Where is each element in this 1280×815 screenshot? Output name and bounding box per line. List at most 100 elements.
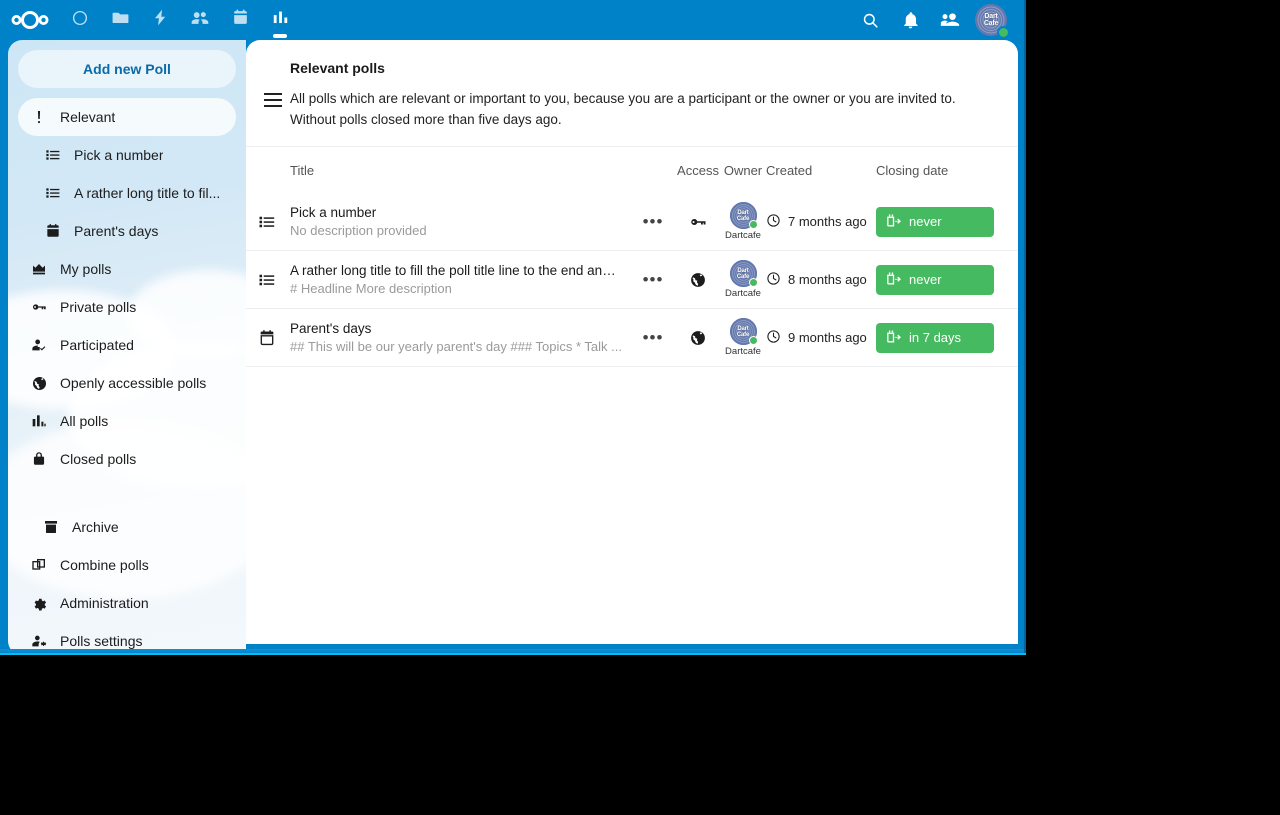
poll-title: Pick a number [290,205,377,220]
avatar-initials: Dart Cafe [736,209,750,222]
account-settings-icon [30,632,48,650]
sidebar-item-pick-a-number[interactable]: Pick a number [18,136,236,174]
sidebar-item-label: Pick a number [74,147,164,163]
table-row[interactable]: Parent's days ## This will be our yearly… [246,309,1018,367]
lock-icon [30,450,48,468]
column-header-owner: Owner [723,162,763,178]
poll-title: A rather long title to fill the poll tit… [290,263,622,278]
closing-date-cell: in 7 days [876,322,1006,353]
table-row[interactable]: A rather long title to fill the poll tit… [246,251,1018,309]
status-badge[interactable]: in 7 days [876,322,994,353]
content-header: Relevant polls All polls which are relev… [246,40,1018,130]
app-body: Add new Poll Relevant Pick a number A ra… [0,40,1026,655]
nav-app-calendar[interactable] [220,0,260,40]
nav-app-files[interactable] [100,0,140,40]
online-status-indicator [748,336,758,345]
bar-chart-icon [30,412,48,430]
table-row[interactable]: Pick a number No description provided ••… [246,193,1018,251]
notifications-bell-icon[interactable] [890,0,930,40]
avatar-initials: Dart Cafe [736,325,750,338]
sidebar-item-closed-polls[interactable]: Closed polls [18,440,236,478]
archive-icon [42,518,60,536]
sidebar-item-label: Archive [72,519,119,535]
sidebar-item-label: Administration [60,595,149,611]
sidebar-item-openly-accessible-polls[interactable]: Openly accessible polls [18,364,236,402]
sidebar-item-label: Openly accessible polls [60,375,207,391]
row-actions-button[interactable]: ••• [630,269,676,289]
sidebar-item-label: Closed polls [60,451,137,467]
window-right-border [1024,0,1026,655]
user-avatar-button[interactable]: Dart Cafe [970,0,1012,40]
sidebar-item-label: A rather long title to fil... [74,185,221,201]
owner-cell: Dart Cafe Dartcafe [720,260,766,299]
nextcloud-logo-icon[interactable] [0,0,60,40]
poll-chart-icon [271,8,290,32]
exclamation-icon [30,108,48,126]
search-icon[interactable] [850,0,890,40]
crown-icon [30,260,48,278]
sidebar-item-my-polls[interactable]: My polls [18,250,236,288]
sidebar-item-label: All polls [60,413,109,429]
sidebar-item-relevant[interactable]: Relevant [18,98,236,136]
avatar: Dart Cafe [729,318,758,345]
avatar: Dart Cafe [729,260,758,287]
sidebar-item-participated[interactable]: Participated [18,326,236,364]
contacts-menu-icon[interactable] [930,0,970,40]
dots-horizontal-icon: ••• [642,211,664,231]
column-header-closing-date: Closing date [876,162,949,178]
nav-app-polls[interactable] [260,0,300,40]
owner-cell: Dart Cafe Dartcafe [720,318,766,357]
clock-icon [766,213,781,231]
status-badge[interactable]: never [876,206,994,237]
calendar-icon [231,8,250,32]
status-badge[interactable]: never [876,264,994,295]
created-cell: 9 months ago [766,329,876,347]
list-icon [44,184,62,202]
sidebar-item-label: Participated [60,337,134,353]
online-status-indicator [997,26,1010,39]
poll-type-icon-list [258,213,290,231]
circle-icon [71,9,89,32]
poll-description: No description provided [290,223,427,238]
owner-name: Dartcafe [725,230,761,241]
contacts-icon [190,8,210,33]
sidebar-item-label: Parent's days [74,223,159,239]
sidebar-item-archive[interactable]: Archive [18,508,236,546]
add-new-poll-button[interactable]: Add new Poll [18,50,236,88]
row-actions-button[interactable]: ••• [630,327,676,347]
nav-app-dashboard[interactable] [60,0,100,40]
sidebar-item-long-title[interactable]: A rather long title to fil... [18,174,236,212]
add-new-poll-label: Add new Poll [83,61,171,77]
access-key-icon [676,213,720,231]
app-window: Dart Cafe Add new Poll Relevant Pick a n… [0,0,1026,655]
poll-title-cell: A rather long title to fill the poll tit… [290,263,630,296]
row-actions-button[interactable]: ••• [630,211,676,231]
sidebar-item-parents-days[interactable]: Parent's days [18,212,236,250]
created-text: 7 months ago [788,214,867,229]
dots-horizontal-icon: ••• [642,327,664,347]
column-header-created: Created [766,162,813,178]
sidebar-item-label: Polls settings [60,633,143,649]
calendar-end-icon [885,212,902,232]
poll-title: Parent's days [290,321,372,336]
window-bottom-border [0,653,1026,655]
calendar-end-icon [885,328,902,348]
hamburger-icon[interactable] [264,93,282,107]
sidebar-item-private-polls[interactable]: Private polls [18,288,236,326]
key-icon [30,298,48,316]
dots-horizontal-icon: ••• [642,269,664,289]
nav-app-contacts[interactable] [180,0,220,40]
poll-type-icon-calendar [258,329,290,347]
owner-cell: Dart Cafe Dartcafe [720,202,766,241]
sidebar-item-all-polls[interactable]: All polls [18,402,236,440]
sidebar-item-combine-polls[interactable]: Combine polls [18,546,236,584]
list-icon [44,146,62,164]
sidebar-item-administration[interactable]: Administration [18,584,236,622]
column-header-title: Title [290,162,315,178]
lightning-icon [151,8,170,32]
poll-description: # Headline More description [290,281,452,296]
polls-table: Title Access Owner Created Closing date … [246,146,1018,367]
nav-app-activity[interactable] [140,0,180,40]
closing-date-cell: never [876,264,1006,295]
